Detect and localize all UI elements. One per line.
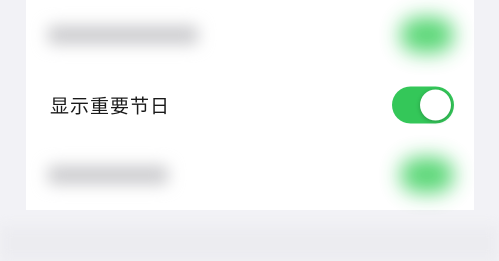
settings-row-blurred-bottom[interactable] xyxy=(26,140,474,210)
settings-row-blurred-top[interactable] xyxy=(26,0,474,70)
row-label-important-holidays: 显示重要节日 xyxy=(50,95,171,118)
blurred-toggle-switch[interactable] xyxy=(400,17,454,53)
toggle-knob xyxy=(420,89,451,121)
blurred-section-below xyxy=(0,226,499,261)
settings-row-important-holidays[interactable]: 显示重要节日 xyxy=(26,70,474,140)
important-holidays-toggle[interactable] xyxy=(392,86,454,124)
blurred-row-label xyxy=(48,26,198,44)
blurred-row-label xyxy=(48,166,168,184)
blurred-toggle-switch[interactable] xyxy=(400,157,454,193)
settings-page: 显示重要节日 xyxy=(0,0,499,261)
settings-group: 显示重要节日 xyxy=(26,0,474,210)
